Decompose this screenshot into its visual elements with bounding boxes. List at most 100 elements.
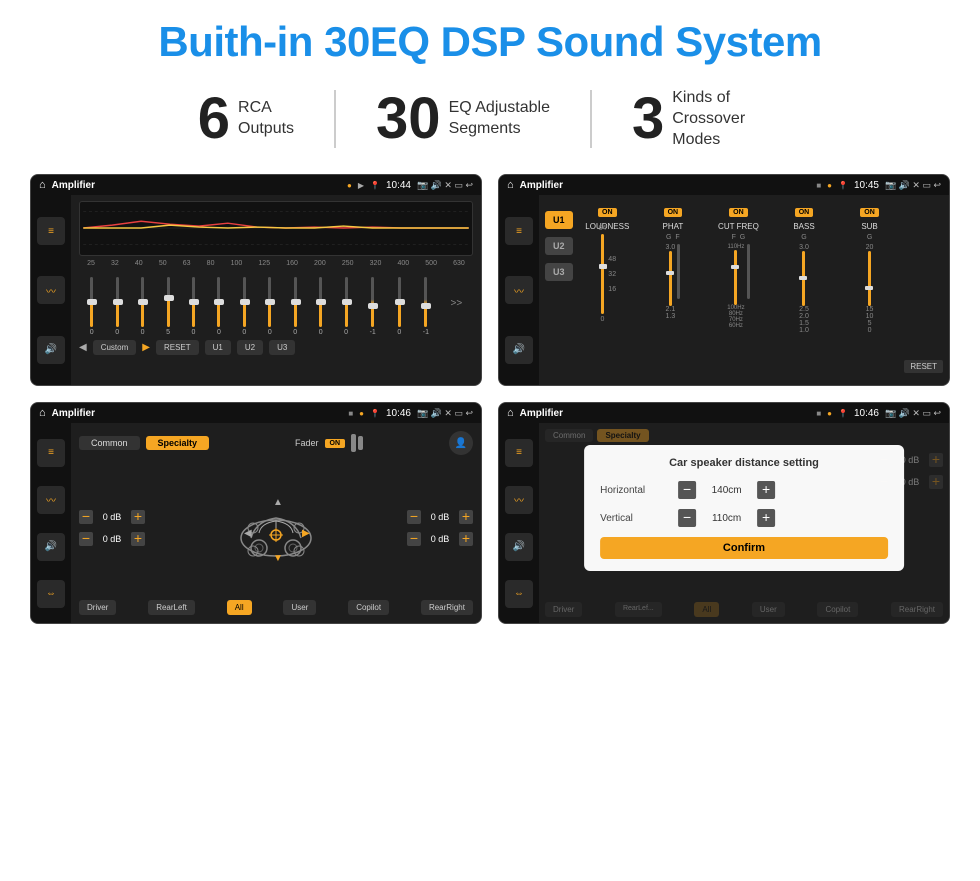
mini-slider-2[interactable] [358, 436, 363, 450]
eq-slider-12[interactable]: -1 [370, 277, 376, 336]
screen-fader-panel: ⌂ Amplifier ■ ● 📍 10:46 📷 🔊 ✕ ▭ ↩ ≡ 〰 🔊 … [30, 402, 482, 624]
cross-reset-area: RESET [904, 201, 943, 379]
vertical-plus-btn[interactable]: + [757, 509, 775, 527]
fader-rearleft-btn[interactable]: RearLeft [148, 600, 195, 615]
eq-slider-2[interactable]: 0 [115, 277, 119, 336]
eq-slider-13[interactable]: 0 [397, 277, 401, 336]
right-vol-controls: − 0 dB + − 0 dB + [407, 461, 473, 594]
car-svg: ◀ ▶ ▲ ▼ [231, 493, 321, 563]
dialog-vertical-row: Vertical − 110cm + [600, 509, 888, 527]
svg-text:▼: ▼ [273, 553, 283, 563]
right-plus-1[interactable]: + [459, 510, 473, 524]
horizontal-plus-btn[interactable]: + [757, 481, 775, 499]
bass-on[interactable]: ON [795, 208, 814, 217]
fader-extra-btn[interactable]: ⇔ [37, 580, 65, 608]
eq-u1-btn[interactable]: U1 [205, 340, 231, 355]
eq-slider-1[interactable]: 0 [90, 277, 94, 336]
cross-reset-btn[interactable]: RESET [904, 360, 943, 373]
cross-u3-btn[interactable]: U3 [545, 263, 573, 281]
eq-reset-btn[interactable]: RESET [156, 340, 199, 355]
dbg-plus-2: + [929, 475, 943, 489]
dialog-vol-btn[interactable]: 🔊 [505, 533, 533, 561]
dialog-title: Car speaker distance setting [600, 457, 888, 469]
eq-slider-6[interactable]: 0 [217, 277, 221, 336]
eq-slider-7[interactable]: 0 [242, 277, 246, 336]
eq-slider-14[interactable]: -1 [423, 277, 429, 336]
confirm-button[interactable]: Confirm [600, 537, 888, 559]
fader-wave-btn[interactable]: 〰 [37, 486, 65, 514]
record-dot-1: ● [347, 181, 352, 190]
eq-slider-9[interactable]: 0 [293, 277, 297, 336]
right-minus-2[interactable]: − [407, 532, 421, 546]
left-minus-2[interactable]: − [79, 532, 93, 546]
eq-slider-5[interactable]: 0 [192, 277, 196, 336]
cross-wave-btn[interactable]: 〰 [505, 276, 533, 304]
left-minus-1[interactable]: − [79, 510, 93, 524]
horizontal-minus-btn[interactable]: − [678, 481, 696, 499]
cross-u1-btn[interactable]: U1 [545, 211, 573, 229]
eq-slider-8[interactable]: 0 [268, 277, 272, 336]
vertical-value: 110cm [704, 513, 749, 524]
home-icon-1[interactable]: ⌂ [39, 179, 46, 191]
dialog-extra-btn[interactable]: ⇔ [505, 580, 533, 608]
eq-u2-btn[interactable]: U2 [237, 340, 263, 355]
left-plus-1[interactable]: + [131, 510, 145, 524]
eq-slider-4[interactable]: 5 [166, 277, 170, 336]
fader-tab-common[interactable]: Common [79, 436, 140, 450]
eq-prev-btn[interactable]: ◀ [79, 342, 87, 353]
fader-tune-btn[interactable]: ≡ [37, 439, 65, 467]
loudness-slider[interactable]: 64 0 483216 [577, 234, 639, 314]
fader-controls: Fader ON [295, 434, 363, 452]
dialog-tune-btn[interactable]: ≡ [505, 439, 533, 467]
stat-crossover-number: 3 [632, 90, 664, 148]
fader-on-badge[interactable]: ON [325, 439, 346, 448]
eq-preset-custom[interactable]: Custom [93, 340, 137, 355]
right-minus-1[interactable]: − [407, 510, 421, 524]
horizontal-value: 140cm [704, 485, 749, 496]
fader-all-btn[interactable]: All [227, 600, 252, 615]
right-plus-2[interactable]: + [459, 532, 473, 546]
cutfreq-on[interactable]: ON [729, 208, 748, 217]
time-2: 10:45 [854, 180, 879, 191]
left-plus-2[interactable]: + [131, 532, 145, 546]
mini-slider-1[interactable] [351, 434, 356, 452]
fader-tab-specialty[interactable]: Specialty [146, 436, 210, 450]
eq-play-btn[interactable]: ▶ [142, 342, 150, 353]
loudness-on[interactable]: ON [598, 208, 617, 217]
more-icon[interactable]: >> [451, 298, 463, 309]
eq-slider-3[interactable]: 0 [141, 277, 145, 336]
person-icon[interactable]: 👤 [449, 431, 473, 455]
eq-slider-10[interactable]: 0 [319, 277, 323, 336]
fader-copilot-btn[interactable]: Copilot [348, 600, 389, 615]
fader-user-btn[interactable]: User [283, 600, 316, 615]
phat-on[interactable]: ON [664, 208, 683, 217]
statusbar-1: ⌂ Amplifier ● ▶ 📍 10:44 📷 🔊 ✕ ▭ ↩ [31, 175, 481, 195]
cross-vol-btn[interactable]: 🔊 [505, 336, 533, 364]
fader-driver-btn[interactable]: Driver [79, 600, 116, 615]
ch-sub: ON SUB G 20 15 10 5 [839, 201, 901, 379]
cross-u2-btn[interactable]: U2 [545, 237, 573, 255]
eq-slider-11[interactable]: 0 [344, 277, 348, 336]
home-icon-4[interactable]: ⌂ [507, 407, 514, 419]
dialog-wave-btn[interactable]: 〰 [505, 486, 533, 514]
play-icon-1: ▶ [358, 181, 364, 190]
appname-1: Amplifier [52, 180, 341, 191]
eq-tune-btn[interactable]: ≡ [37, 217, 65, 245]
crossover-screen-content: ≡ 〰 🔊 U1 U2 U3 ON [499, 195, 949, 385]
sub-on[interactable]: ON [860, 208, 879, 217]
ch-bass: ON BASS G 3.0 2.5 2.0 1.5 [773, 201, 835, 379]
home-icon-3[interactable]: ⌂ [39, 407, 46, 419]
home-icon-2[interactable]: ⌂ [507, 179, 514, 191]
eq-wave-btn[interactable]: 〰 [37, 276, 65, 304]
eq-vol-btn[interactable]: 🔊 [37, 336, 65, 364]
dbg-rearright: RearRight [891, 602, 943, 617]
fader-vol-btn[interactable]: 🔊 [37, 533, 65, 561]
pin-icon-3: 📍 [370, 409, 380, 418]
cross-tune-btn[interactable]: ≡ [505, 217, 533, 245]
eq-u3-btn[interactable]: U3 [269, 340, 295, 355]
stat-rca: 6 RCAOutputs [158, 90, 336, 148]
vertical-minus-btn[interactable]: − [678, 509, 696, 527]
record-dot-4: ● [827, 409, 832, 418]
statusbar-icons-1: 📷 🔊 ✕ ▭ ↩ [417, 180, 473, 191]
fader-rearright-btn[interactable]: RearRight [421, 600, 473, 615]
